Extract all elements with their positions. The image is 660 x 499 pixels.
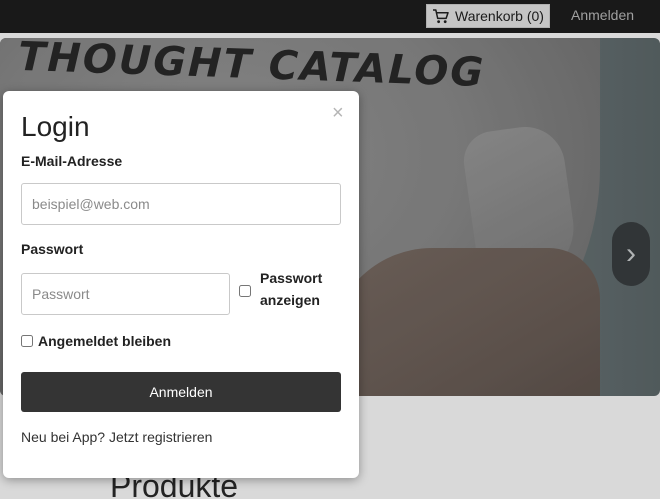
register-prompt: Neu bei App? Jetzt registrieren xyxy=(21,429,212,445)
show-password-label[interactable]: Passwort anzeigen xyxy=(260,267,340,311)
register-link[interactable]: Jetzt registrieren xyxy=(109,429,212,445)
remember-me-label[interactable]: Angemeldet bleiben xyxy=(38,333,171,349)
email-field[interactable] xyxy=(21,183,341,225)
login-modal: × Login E-Mail-Adresse Passwort Passwort… xyxy=(3,91,359,478)
remember-me-checkbox[interactable] xyxy=(21,335,33,347)
login-submit-button[interactable]: Anmelden xyxy=(21,372,341,412)
show-password-checkbox[interactable] xyxy=(239,285,251,297)
modal-title: Login xyxy=(21,111,90,142)
close-icon[interactable]: × xyxy=(332,103,344,123)
password-field[interactable] xyxy=(21,273,230,315)
password-label: Passwort xyxy=(21,241,84,257)
register-prefix: Neu bei App? xyxy=(21,429,106,445)
email-label: E-Mail-Adresse xyxy=(21,153,123,169)
